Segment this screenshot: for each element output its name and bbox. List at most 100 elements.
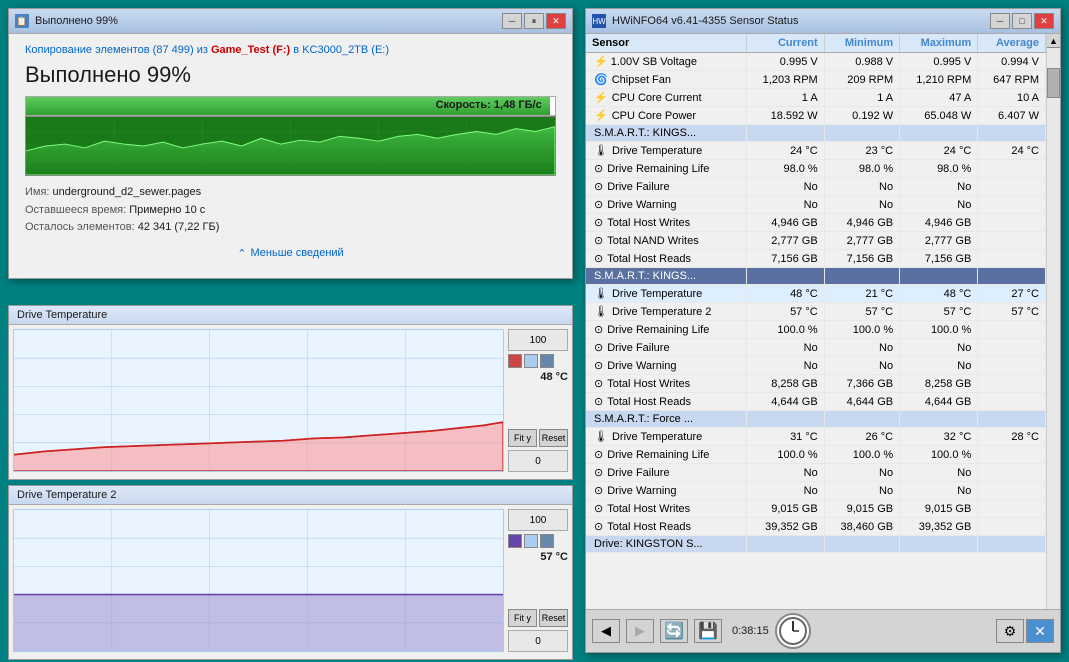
drive-temp2-chart: Drive Temperature 2 100 bbox=[8, 485, 573, 660]
chart2-color-box-purple[interactable] bbox=[508, 534, 522, 548]
sensor-name: S.M.A.R.T.: KINGS... bbox=[586, 125, 746, 142]
sensor-value: 7,366 GB bbox=[824, 375, 899, 393]
chart2-controls: 100 57 °C Fit y Reset 0 bbox=[508, 509, 568, 652]
scrollbar-up[interactable]: ▲ bbox=[1047, 34, 1060, 48]
progress-bar: Скорость: 1,48 ГБ/с bbox=[25, 96, 556, 116]
sensor-value: No bbox=[900, 196, 978, 214]
sensor-value: 100.0 % bbox=[900, 321, 978, 339]
hwinfo-table-container[interactable]: Sensor Current Minimum Maximum Average ⚡… bbox=[586, 34, 1046, 609]
sensor-value: 98.0 % bbox=[824, 160, 899, 178]
sensor-value: 39,352 GB bbox=[900, 518, 978, 536]
scrollbar[interactable]: ▲ bbox=[1046, 34, 1060, 609]
back-button[interactable]: ◀ bbox=[592, 619, 620, 643]
chart1-reset-button[interactable]: Reset bbox=[539, 429, 568, 447]
table-row: ⊙Drive WarningNoNoNo bbox=[586, 482, 1046, 500]
hwinfo-inner: Sensor Current Minimum Maximum Average ⚡… bbox=[586, 34, 1060, 609]
sensor-name: ⚡CPU Core Current bbox=[586, 89, 746, 107]
sensor-name: ⊙Total Host Reads bbox=[586, 250, 746, 268]
sensor-value: 28 °C bbox=[978, 428, 1046, 446]
minimize-button[interactable]: ─ bbox=[502, 13, 522, 29]
chart2-fity-button[interactable]: Fit y bbox=[508, 609, 537, 627]
chart1-controls: 100 48 °C Fit y Reset 0 bbox=[508, 329, 568, 472]
drive-temp-chart: Drive Temperature 100 bbox=[8, 305, 573, 480]
hwinfo-minimize-button[interactable]: ─ bbox=[990, 13, 1010, 29]
progress-chart bbox=[25, 116, 556, 176]
remaining-row: Осталось элементов: 42 341 (7,22 ГБ) bbox=[25, 219, 556, 237]
sensor-value bbox=[978, 125, 1046, 142]
sensor-value: 4,946 GB bbox=[900, 214, 978, 232]
sensor-name: ⊙Total Host Writes bbox=[586, 500, 746, 518]
refresh-icon[interactable]: 🔄 bbox=[660, 619, 688, 643]
sensor-value: No bbox=[746, 464, 824, 482]
chart1-color-box-blue[interactable] bbox=[524, 354, 538, 368]
copy-body: Копирование элементов (87 499) из Game_T… bbox=[9, 34, 572, 278]
chart2-color-box-dark[interactable] bbox=[540, 534, 554, 548]
table-row: ⊙Total Host Writes8,258 GB7,366 GB8,258 … bbox=[586, 375, 1046, 393]
chart2-reset-button[interactable]: Reset bbox=[539, 609, 568, 627]
less-details-button[interactable]: ⌃ Меньше сведений bbox=[25, 247, 556, 268]
chart1-color-box-red[interactable] bbox=[508, 354, 522, 368]
sensor-value bbox=[978, 339, 1046, 357]
sensor-value: 98.0 % bbox=[900, 160, 978, 178]
sensor-value: 7,156 GB bbox=[824, 250, 899, 268]
sensor-value bbox=[746, 268, 824, 285]
sensor-value bbox=[978, 196, 1046, 214]
copy-titlebar: 📋 Выполнено 99% ─ ⏸ ✕ bbox=[9, 9, 572, 34]
sensor-value: 0.192 W bbox=[824, 107, 899, 125]
sensor-value: 9,015 GB bbox=[824, 500, 899, 518]
table-header-row: Sensor Current Minimum Maximum Average bbox=[586, 34, 1046, 53]
sensor-name: ⊙Total Host Reads bbox=[586, 518, 746, 536]
close-button[interactable]: ✕ bbox=[546, 13, 566, 29]
sensor-name: 🌡Drive Temperature bbox=[586, 142, 746, 160]
sensor-value: 100.0 % bbox=[824, 446, 899, 464]
copy-info: Имя: underground_d2_sewer.pages Оставшее… bbox=[25, 184, 556, 237]
sensor-value bbox=[900, 125, 978, 142]
hwinfo-maximize-button[interactable]: □ bbox=[1012, 13, 1032, 29]
sensor-value: 0.994 V bbox=[978, 53, 1046, 71]
elapsed-time: 0:38:15 bbox=[732, 625, 769, 637]
forward-button[interactable]: ▶ bbox=[626, 619, 654, 643]
chart1-color-box-dark[interactable] bbox=[540, 354, 554, 368]
file-name-row: Имя: underground_d2_sewer.pages bbox=[25, 184, 556, 202]
sensor-value: No bbox=[824, 482, 899, 500]
sensor-value: 57 °C bbox=[978, 303, 1046, 321]
scrollbar-thumb[interactable] bbox=[1047, 68, 1060, 98]
chart1-fity-button[interactable]: Fit y bbox=[508, 429, 537, 447]
sensor-value bbox=[978, 518, 1046, 536]
table-row: ⊙Total Host Reads7,156 GB7,156 GB7,156 G… bbox=[586, 250, 1046, 268]
hwinfo-close-button[interactable]: ✕ bbox=[1034, 13, 1054, 29]
exit-button[interactable]: ✕ bbox=[1026, 619, 1054, 643]
sensor-value: 1 A bbox=[824, 89, 899, 107]
less-details-chevron: ⌃ bbox=[237, 247, 246, 260]
sensor-value bbox=[978, 411, 1046, 428]
settings-button[interactable]: ⚙ bbox=[996, 619, 1024, 643]
sensor-name: 🌡Drive Temperature 2 bbox=[586, 303, 746, 321]
table-row: ⚡CPU Core Power18.592 W0.192 W65.048 W6.… bbox=[586, 107, 1046, 125]
sensor-value: 9,015 GB bbox=[900, 500, 978, 518]
titlebar-buttons: ─ ⏸ ✕ bbox=[502, 13, 566, 29]
col-sensor: Sensor bbox=[586, 34, 746, 53]
table-row: S.M.A.R.T.: Force ... bbox=[586, 411, 1046, 428]
hwinfo-titlebar-left: HW HWiNFO64 v6.41-4355 Sensor Status bbox=[592, 14, 798, 28]
sensor-value: 7,156 GB bbox=[900, 250, 978, 268]
sensor-value: 26 °C bbox=[824, 428, 899, 446]
sensor-value: 8,258 GB bbox=[900, 375, 978, 393]
chart2-color-box-blue[interactable] bbox=[524, 534, 538, 548]
pause-button[interactable]: ⏸ bbox=[524, 13, 544, 29]
table-row: ⊙Drive FailureNoNoNo bbox=[586, 339, 1046, 357]
sensor-value: No bbox=[746, 196, 824, 214]
sensor-name: ⊙Drive Warning bbox=[586, 196, 746, 214]
sensor-value: No bbox=[824, 357, 899, 375]
sensor-value: 65.048 W bbox=[900, 107, 978, 125]
taskbar-icon-group: ⚙ ✕ bbox=[996, 619, 1054, 643]
log-icon[interactable]: 💾 bbox=[694, 619, 722, 643]
sensor-value: 2,777 GB bbox=[824, 232, 899, 250]
col-maximum: Maximum bbox=[900, 34, 978, 53]
hwinfo-window: HW HWiNFO64 v6.41-4355 Sensor Status ─ □… bbox=[585, 8, 1061, 653]
sensor-value: No bbox=[746, 482, 824, 500]
speed-label: Скорость: 1,48 ГБ/с bbox=[436, 99, 542, 111]
sensor-value bbox=[978, 321, 1046, 339]
sensor-value bbox=[824, 536, 899, 553]
table-row: ⊙Drive Remaining Life98.0 %98.0 %98.0 % bbox=[586, 160, 1046, 178]
sensor-value: No bbox=[746, 357, 824, 375]
